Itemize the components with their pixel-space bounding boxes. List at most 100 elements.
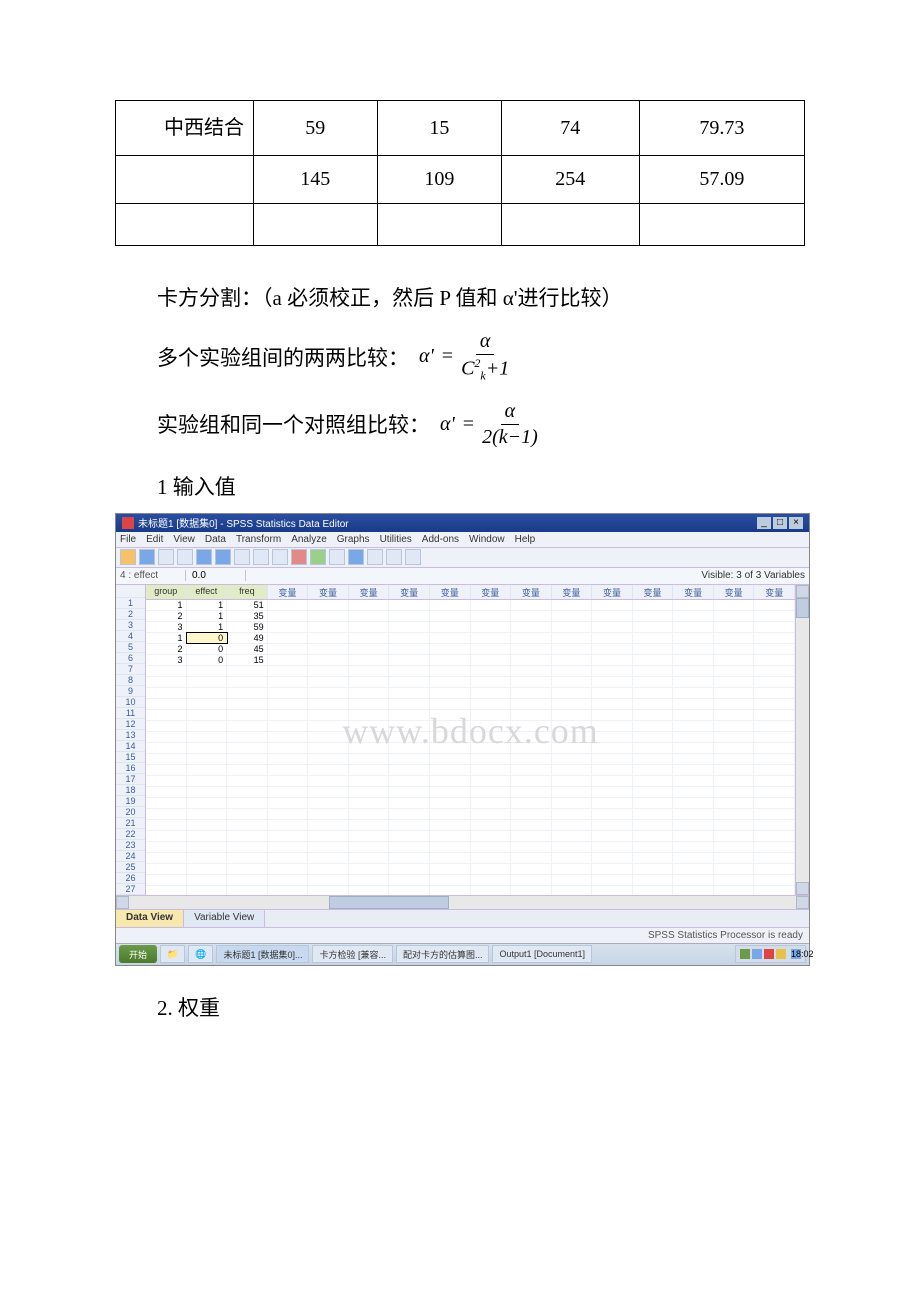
scroll-right-icon[interactable] <box>796 896 809 909</box>
grid-cell[interactable] <box>714 644 755 654</box>
grid-cell[interactable] <box>308 699 349 709</box>
grid-cell[interactable] <box>146 853 187 863</box>
grid-cell[interactable] <box>552 600 593 610</box>
grid-cell[interactable] <box>187 732 228 742</box>
row-header[interactable]: 27 <box>116 884 145 895</box>
grid-cell[interactable] <box>227 732 268 742</box>
grid-cell[interactable] <box>471 688 512 698</box>
grid-cell[interactable] <box>471 875 512 885</box>
grid-cell[interactable] <box>714 853 755 863</box>
grid-cell[interactable] <box>187 743 228 753</box>
grid-cell[interactable] <box>471 666 512 676</box>
menu-file[interactable]: File <box>120 534 136 545</box>
grid-cell[interactable] <box>714 699 755 709</box>
grid-cell[interactable] <box>714 864 755 874</box>
grid-cell[interactable] <box>187 765 228 775</box>
menu-view[interactable]: View <box>173 534 195 545</box>
grid-cell[interactable] <box>146 787 187 797</box>
grid-cell[interactable] <box>430 611 471 621</box>
grid-cell[interactable] <box>471 831 512 841</box>
grid-cell[interactable] <box>349 666 390 676</box>
grid-cell[interactable] <box>146 666 187 676</box>
grid-cell[interactable] <box>308 732 349 742</box>
grid-cell[interactable] <box>187 776 228 786</box>
grid-cell[interactable] <box>268 600 309 610</box>
grid-cell[interactable] <box>349 853 390 863</box>
grid-cell[interactable] <box>552 611 593 621</box>
grid-cell[interactable] <box>389 655 430 665</box>
grid-cell[interactable] <box>389 633 430 643</box>
grid-cell[interactable] <box>714 743 755 753</box>
scroll-down-icon[interactable] <box>796 882 809 895</box>
grid-cell[interactable] <box>511 633 552 643</box>
grid-row[interactable] <box>146 820 795 831</box>
grid-cell[interactable] <box>146 886 187 895</box>
grid-cell[interactable] <box>511 710 552 720</box>
grid-cell[interactable] <box>187 666 228 676</box>
grid-cell[interactable] <box>227 853 268 863</box>
grid-cell[interactable] <box>754 721 795 731</box>
grid-cell[interactable] <box>633 710 674 720</box>
grid-cell[interactable] <box>389 611 430 621</box>
grid-cell[interactable] <box>592 732 633 742</box>
grid-cell[interactable] <box>187 809 228 819</box>
col-header-freq[interactable]: freq <box>227 585 268 599</box>
grid-cell[interactable] <box>349 864 390 874</box>
grid-cell[interactable] <box>146 809 187 819</box>
grid-cell[interactable] <box>227 820 268 830</box>
grid-cell[interactable] <box>187 688 228 698</box>
grid-cell[interactable] <box>389 820 430 830</box>
grid-cell[interactable] <box>430 853 471 863</box>
grid-cell[interactable] <box>511 820 552 830</box>
grid-cell[interactable] <box>389 721 430 731</box>
grid-row[interactable]: 2045 <box>146 644 795 655</box>
grid-cell[interactable] <box>146 699 187 709</box>
grid-cell[interactable] <box>430 699 471 709</box>
grid-cell[interactable] <box>552 622 593 632</box>
grid-row[interactable]: 2135 <box>146 611 795 622</box>
grid-cell[interactable] <box>511 699 552 709</box>
grid-cell[interactable] <box>430 644 471 654</box>
grid-cell[interactable]: 1 <box>146 600 187 610</box>
grid-cell[interactable] <box>552 754 593 764</box>
grid-cell[interactable] <box>349 721 390 731</box>
grid-cell[interactable] <box>268 776 309 786</box>
grid-cell[interactable] <box>511 688 552 698</box>
row-header[interactable]: 8 <box>116 675 145 686</box>
grid-cell[interactable] <box>552 644 593 654</box>
row-header[interactable]: 20 <box>116 807 145 818</box>
row-header[interactable]: 1 <box>116 598 145 609</box>
grid-cell[interactable] <box>268 886 309 895</box>
grid-cell[interactable] <box>592 710 633 720</box>
grid-cell[interactable] <box>430 633 471 643</box>
grid-cell[interactable] <box>349 622 390 632</box>
grid-cell[interactable] <box>187 842 228 852</box>
grid-cell[interactable] <box>633 875 674 885</box>
grid-cell[interactable] <box>592 842 633 852</box>
quicklaunch-icon[interactable]: 🌐 <box>188 945 213 963</box>
grid-cell[interactable] <box>673 864 714 874</box>
grid-cell[interactable] <box>592 644 633 654</box>
grid-cell[interactable] <box>673 732 714 742</box>
grid-cell[interactable] <box>268 655 309 665</box>
grid-cell[interactable] <box>511 622 552 632</box>
grid-cell[interactable] <box>389 754 430 764</box>
col-header-var[interactable]: 变量 <box>673 585 714 599</box>
col-header-effect[interactable]: effect <box>187 585 228 599</box>
grid-cell[interactable]: 15 <box>227 655 268 665</box>
grid-cell[interactable] <box>349 743 390 753</box>
grid-cell[interactable] <box>268 831 309 841</box>
row-header[interactable]: 13 <box>116 730 145 741</box>
row-header[interactable]: 5 <box>116 642 145 653</box>
grid-cell[interactable] <box>673 710 714 720</box>
goto-icon[interactable] <box>234 549 250 565</box>
menu-help[interactable]: Help <box>515 534 536 545</box>
grid-cell[interactable] <box>268 699 309 709</box>
grid-cell[interactable] <box>430 875 471 885</box>
row-header[interactable]: 23 <box>116 840 145 851</box>
grid-cell[interactable] <box>673 875 714 885</box>
insert-case-icon[interactable] <box>291 549 307 565</box>
grid-cell[interactable] <box>389 699 430 709</box>
grid-cell[interactable] <box>673 853 714 863</box>
grid-cell[interactable] <box>349 710 390 720</box>
